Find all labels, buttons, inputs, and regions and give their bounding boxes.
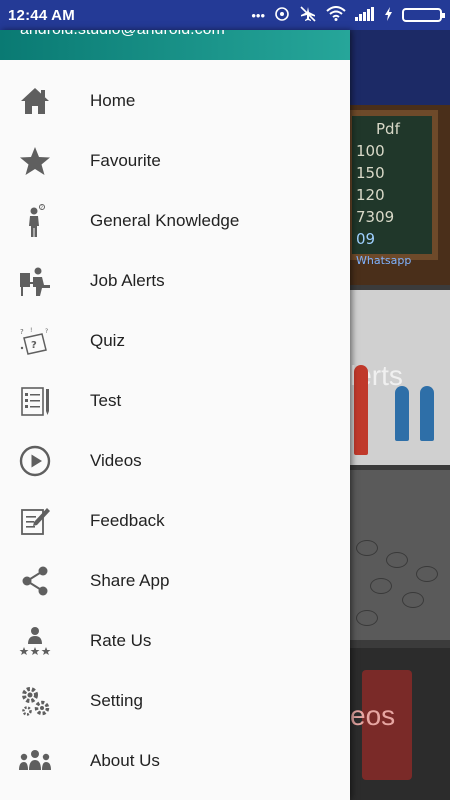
airplane-off-icon [299, 5, 317, 25]
menu-item-label: Home [90, 91, 136, 110]
menu-item-rate-us[interactable]: Rate Us [0, 611, 350, 671]
menu-item-label: Test [90, 391, 122, 410]
svg-text:?: ? [20, 328, 24, 336]
menu-item-label: About Us [90, 751, 160, 770]
menu-item-feedback[interactable]: Feedback [0, 491, 350, 551]
drawer-email: android.studio@android.com [20, 30, 225, 39]
status-bar: 12:44 AM ••• [0, 0, 450, 30]
sync-icon [274, 6, 290, 25]
feedback-icon [18, 504, 52, 538]
board-line: Whatsapp [356, 254, 412, 267]
background-app-bar [350, 30, 450, 105]
answer-bubble [356, 610, 378, 626]
svg-text:!: ! [30, 327, 32, 334]
drawer-menu: Home Favourite ? General Knowledge Job A… [0, 71, 350, 791]
menu-item-label: Job Alerts [90, 271, 165, 290]
background-content: Pdf 100 150 120 7309 09 Whatsapp lerts e… [350, 30, 450, 800]
answer-bubble [416, 566, 438, 582]
answer-bubble [386, 552, 408, 568]
drawer-header: android.studio@android.com [0, 30, 350, 60]
menu-item-share-app[interactable]: Share App [0, 551, 350, 611]
svg-text:?: ? [31, 340, 37, 351]
thinking-person-icon: ? [18, 204, 52, 238]
board-line: 150 [356, 164, 385, 182]
menu-item-setting[interactable]: Setting [0, 671, 350, 731]
signal-icon [355, 6, 375, 24]
menu-item-home[interactable]: Home [0, 71, 350, 131]
background-card-videos: eos [350, 648, 450, 800]
menu-item-test[interactable]: Test [0, 371, 350, 431]
menu-item-favourite[interactable]: Favourite [0, 131, 350, 191]
test-sheet-icon [18, 384, 52, 418]
more-dots-icon: ••• [251, 7, 265, 23]
svg-text:?: ? [41, 205, 44, 211]
play-circle-icon [18, 444, 52, 478]
charging-icon [384, 6, 393, 24]
svg-text:?: ? [45, 328, 48, 335]
answer-bubble [402, 592, 424, 608]
menu-item-label: Videos [90, 451, 142, 470]
background-card-chalkboard: Pdf 100 150 120 7309 09 Whatsapp [350, 105, 450, 285]
navigation-drawer: android.studio@android.com Home Favourit… [0, 30, 350, 800]
menu-item-label: Rate Us [90, 631, 152, 650]
gears-icon [18, 684, 52, 718]
desk-worker-icon [18, 264, 52, 298]
answer-bubble [370, 578, 392, 594]
menu-item-label: General Knowledge [90, 211, 240, 230]
rate-us-icon [18, 624, 52, 658]
status-icons: ••• [251, 5, 445, 25]
board-line: 120 [356, 186, 385, 204]
share-icon [18, 564, 52, 598]
menu-item-quiz[interactable]: ??!? Quiz [0, 311, 350, 371]
menu-item-videos[interactable]: Videos [0, 431, 350, 491]
wifi-icon [326, 6, 346, 24]
board-line: 09 [356, 230, 376, 248]
menu-item-label: Feedback [90, 511, 165, 530]
menu-item-label: Favourite [90, 151, 161, 170]
home-icon [18, 84, 52, 118]
figure-blue [395, 386, 409, 441]
background-card-job-alerts: lerts [350, 290, 450, 465]
quiz-icon: ??!? [18, 324, 52, 358]
menu-item-about-us[interactable]: About Us [0, 731, 350, 791]
status-time: 12:44 AM [8, 6, 75, 24]
group-icon [18, 744, 52, 778]
board-line: 100 [356, 142, 385, 160]
figure-blue [420, 386, 434, 441]
menu-item-job-alerts[interactable]: Job Alerts [0, 251, 350, 311]
menu-item-general-knowledge[interactable]: ? General Knowledge [0, 191, 350, 251]
battery-icon [402, 8, 445, 22]
menu-item-label: Quiz [90, 331, 125, 350]
card-videos-text: eos [350, 700, 396, 731]
chalkboard-image: Pdf 100 150 120 7309 09 Whatsapp [350, 110, 438, 267]
menu-item-label: Setting [90, 691, 143, 710]
star-icon [18, 144, 52, 178]
answer-bubble [356, 540, 378, 556]
board-line: 7309 [356, 208, 395, 226]
menu-item-label: Share App [90, 571, 170, 590]
figure-red [354, 365, 368, 455]
board-line: Pdf [376, 120, 400, 138]
background-card-answer-sheet [350, 470, 450, 640]
